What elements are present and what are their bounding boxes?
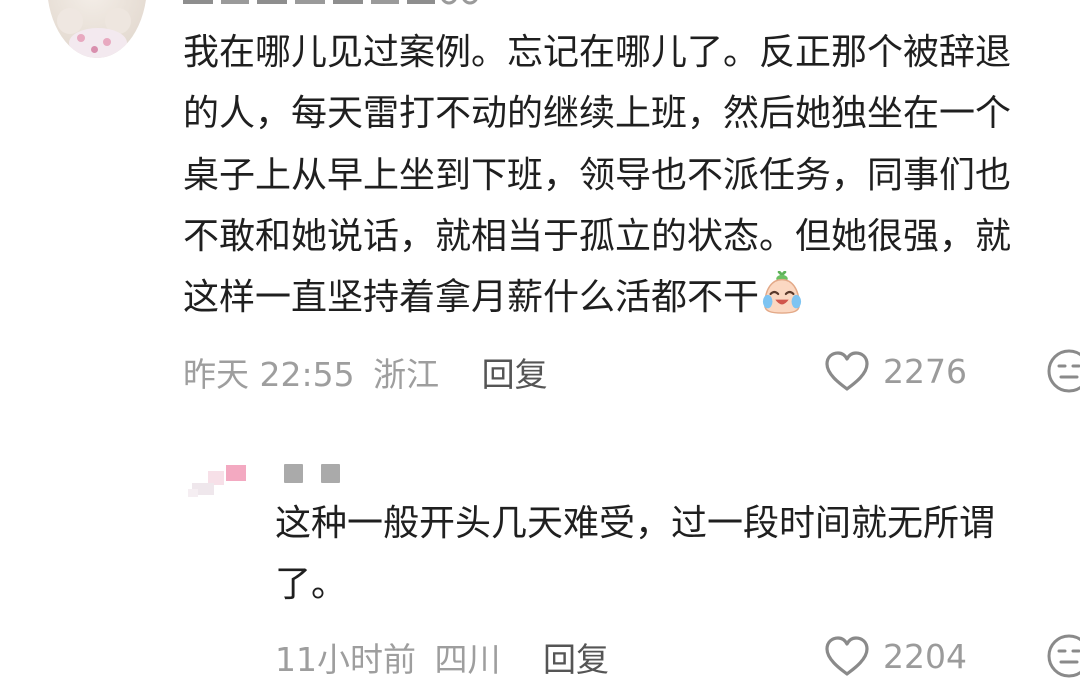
comment-line-text: 这样一直坚持着拿月薪什么活都不干 [183, 277, 760, 319]
comment-meta: 11小时前 四川 回复 [275, 633, 609, 681]
neutral-face-icon [1047, 634, 1080, 678]
like-button[interactable]: 2204 [823, 635, 967, 677]
like-count: 2276 [883, 351, 967, 391]
avatar-image [188, 465, 246, 497]
username[interactable] [183, 0, 483, 8]
reply-button[interactable]: 回复 [543, 640, 609, 679]
location: 四川 [434, 640, 501, 679]
reply-button[interactable]: 回复 [482, 355, 548, 394]
username-pixel [284, 464, 303, 483]
comment-line: 不敢和她说话，就相当于孤立的状态。但她很强，就 [183, 215, 1012, 257]
avatar[interactable] [47, 0, 147, 58]
location: 浙江 [373, 355, 440, 394]
username[interactable] [284, 464, 340, 486]
timestamp: 昨天 22:55 [183, 355, 355, 394]
username-pixel [321, 464, 340, 483]
comment-text: 我在哪儿见过案例。忘记在哪儿了。反正那个被辞退 的人，每天雷打不动的继续上班，然… [183, 22, 1011, 328]
dislike-button[interactable] [1046, 348, 1080, 394]
comment-meta: 昨天 22:55 浙江 回复 [183, 348, 548, 396]
comment-line: 我在哪儿见过案例。忘记在哪儿了。反正那个被辞退 [183, 32, 1012, 73]
comment-text: 这种一般开头几天难受，过一段时间就无所谓 了。 [275, 493, 995, 616]
username-text-clipped [183, 0, 478, 5]
heart-icon [825, 636, 869, 676]
crying-laughing-emoji-icon [762, 271, 802, 314]
comment-line: 的人，每天雷打不动的继续上班，然后她独坐在一个 [183, 93, 1012, 135]
like-button[interactable]: 2276 [823, 350, 967, 392]
heart-icon [825, 351, 869, 391]
comment-line: 了。 [275, 564, 348, 606]
neutral-face-icon [1047, 349, 1080, 393]
like-count: 2204 [883, 636, 967, 676]
comment-line: 这种一般开头几天难受，过一段时间就无所谓 [275, 503, 996, 544]
avatar[interactable] [188, 463, 248, 499]
comment-line: 这样一直坚持着拿月薪什么活都不干 [183, 267, 1011, 328]
comment-line: 桌子上从早上坐到下班，领导也不派任务，同事们也 [183, 154, 1012, 196]
dislike-button[interactable] [1046, 633, 1080, 679]
timestamp: 11小时前 [275, 640, 416, 679]
